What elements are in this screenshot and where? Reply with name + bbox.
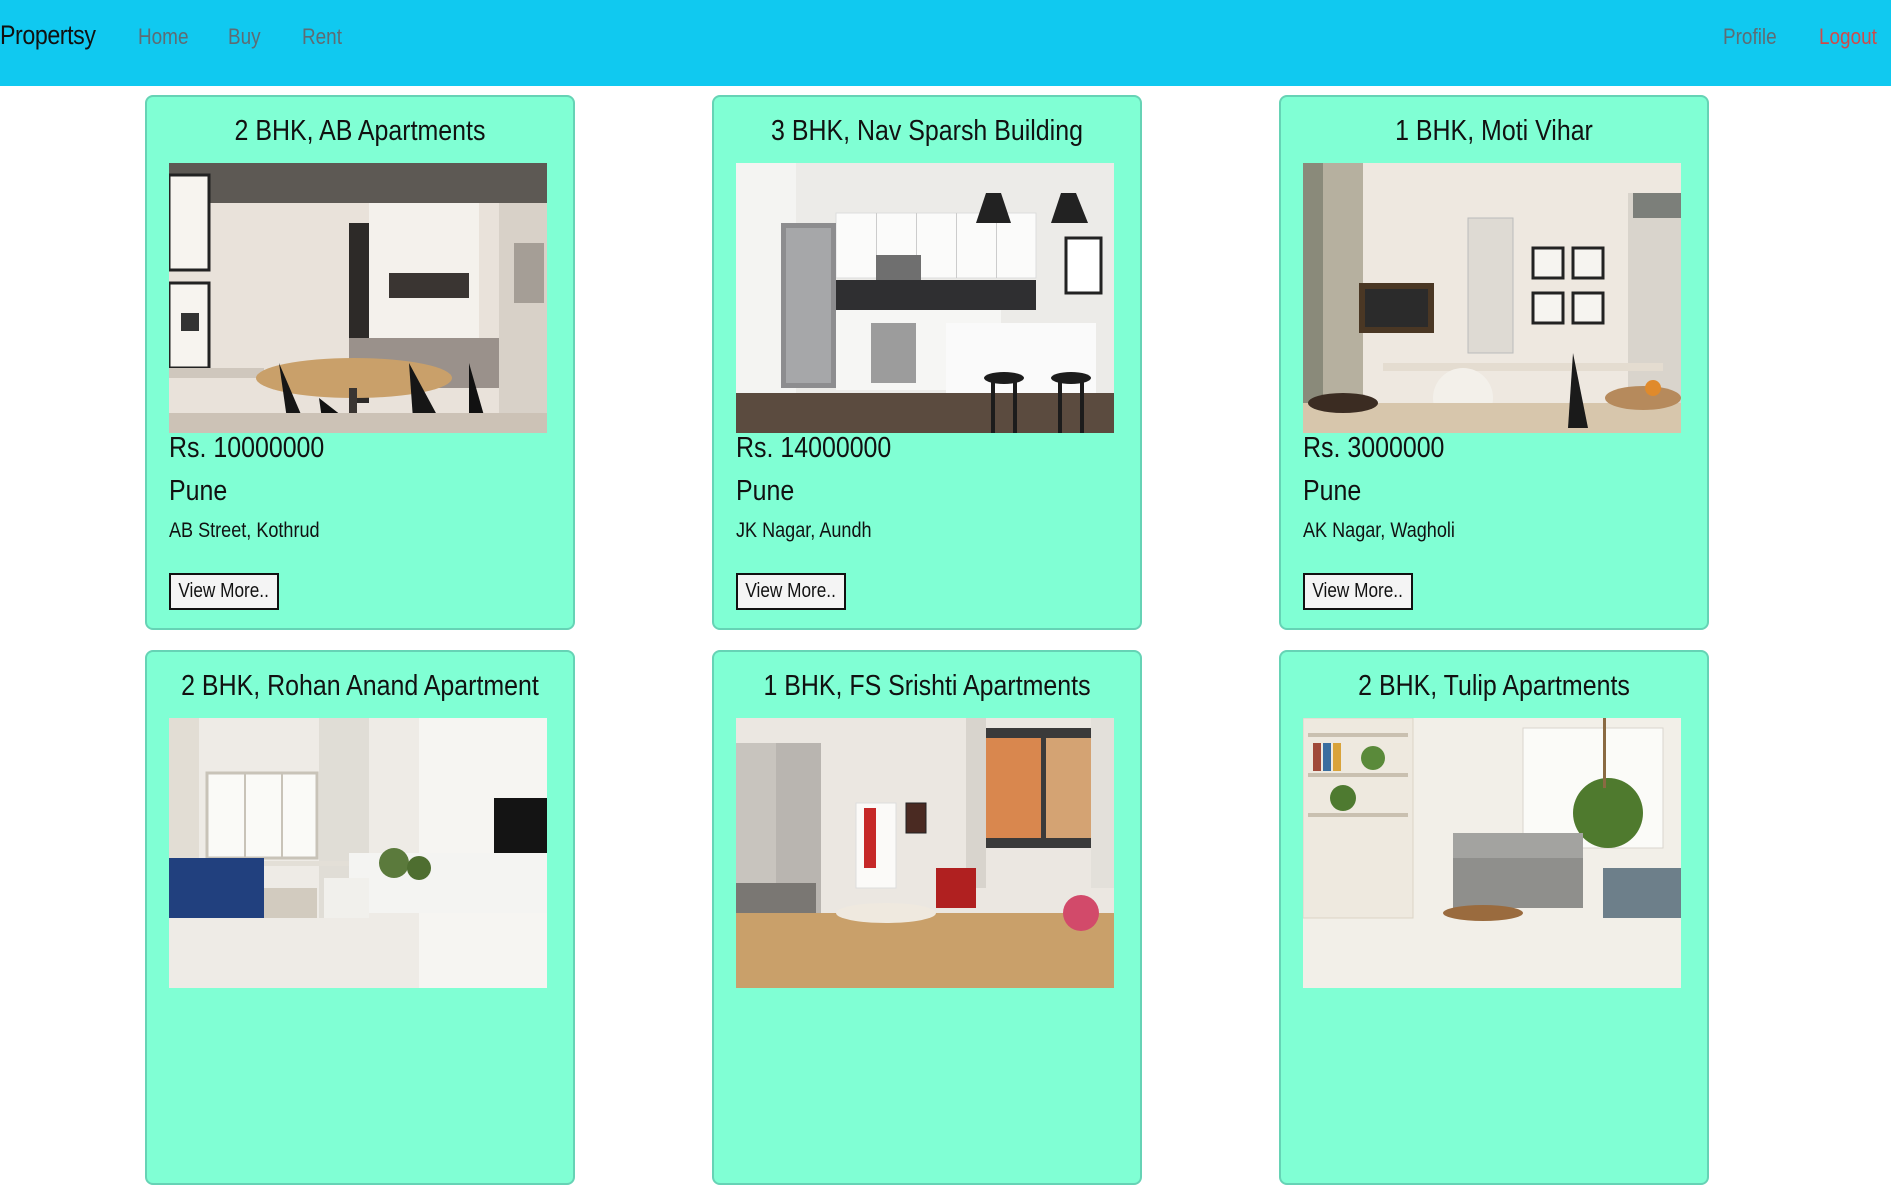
listing-card: 2 BHK, Rohan Anand Apartment (145, 650, 575, 1185)
listing-photo (169, 718, 547, 988)
brand-logo[interactable]: Propertsy (0, 20, 96, 51)
listing-price: Rs. 14000000 (736, 432, 892, 464)
view-more-label: View More.. (1312, 580, 1404, 602)
listing-card: 2 BHK, Tulip Apartments (1279, 650, 1709, 1185)
top-navbar: Propertsy Home Buy Rent Profile Logout (0, 0, 1891, 86)
listing-address: AB Street, Kothrud (169, 519, 320, 542)
listing-address: AK Nagar, Wagholi (1303, 519, 1455, 542)
logout-link[interactable]: Logout (1819, 24, 1877, 50)
listing-photo (1303, 163, 1681, 433)
view-more-button[interactable]: View More.. (169, 573, 279, 610)
listing-price: Rs. 10000000 (169, 432, 325, 464)
listing-city: Pune (1303, 475, 1362, 507)
view-more-button[interactable]: View More.. (1303, 573, 1413, 610)
view-more-label: View More.. (178, 580, 270, 602)
listing-title: 2 BHK, AB Apartments (234, 115, 486, 147)
listing-photo (1303, 718, 1681, 988)
listing-title: 2 BHK, Tulip Apartments (1358, 670, 1630, 702)
listing-card: 3 BHK, Nav Sparsh Building Rs. 14000000 … (712, 95, 1142, 630)
nav-link-profile[interactable]: Profile (1723, 24, 1777, 50)
listing-photo (736, 163, 1114, 433)
listing-card: 1 BHK, Moti Vihar Rs. 3000000 Pune AK Na… (1279, 95, 1709, 630)
listing-photo (736, 718, 1114, 988)
listing-price: Rs. 3000000 (1303, 432, 1445, 464)
view-more-button[interactable]: View More.. (736, 573, 846, 610)
listing-photo (169, 163, 547, 433)
listing-title: 2 BHK, Rohan Anand Apartment (181, 670, 539, 702)
nav-link-home[interactable]: Home (138, 24, 188, 50)
listing-address: JK Nagar, Aundh (736, 519, 872, 542)
listing-title: 1 BHK, FS Srishti Apartments (763, 670, 1091, 702)
listing-card: 1 BHK, FS Srishti Apartments (712, 650, 1142, 1185)
listing-city: Pune (736, 475, 795, 507)
nav-link-buy[interactable]: Buy (228, 24, 261, 50)
listing-card: 2 BHK, AB Apartments Rs. 10000000 Pune A… (145, 95, 575, 630)
listing-city: Pune (169, 475, 228, 507)
nav-link-rent[interactable]: Rent (302, 24, 342, 50)
view-more-label: View More.. (745, 580, 837, 602)
listing-title: 1 BHK, Moti Vihar (1395, 115, 1593, 147)
listing-title: 3 BHK, Nav Sparsh Building (771, 115, 1083, 147)
